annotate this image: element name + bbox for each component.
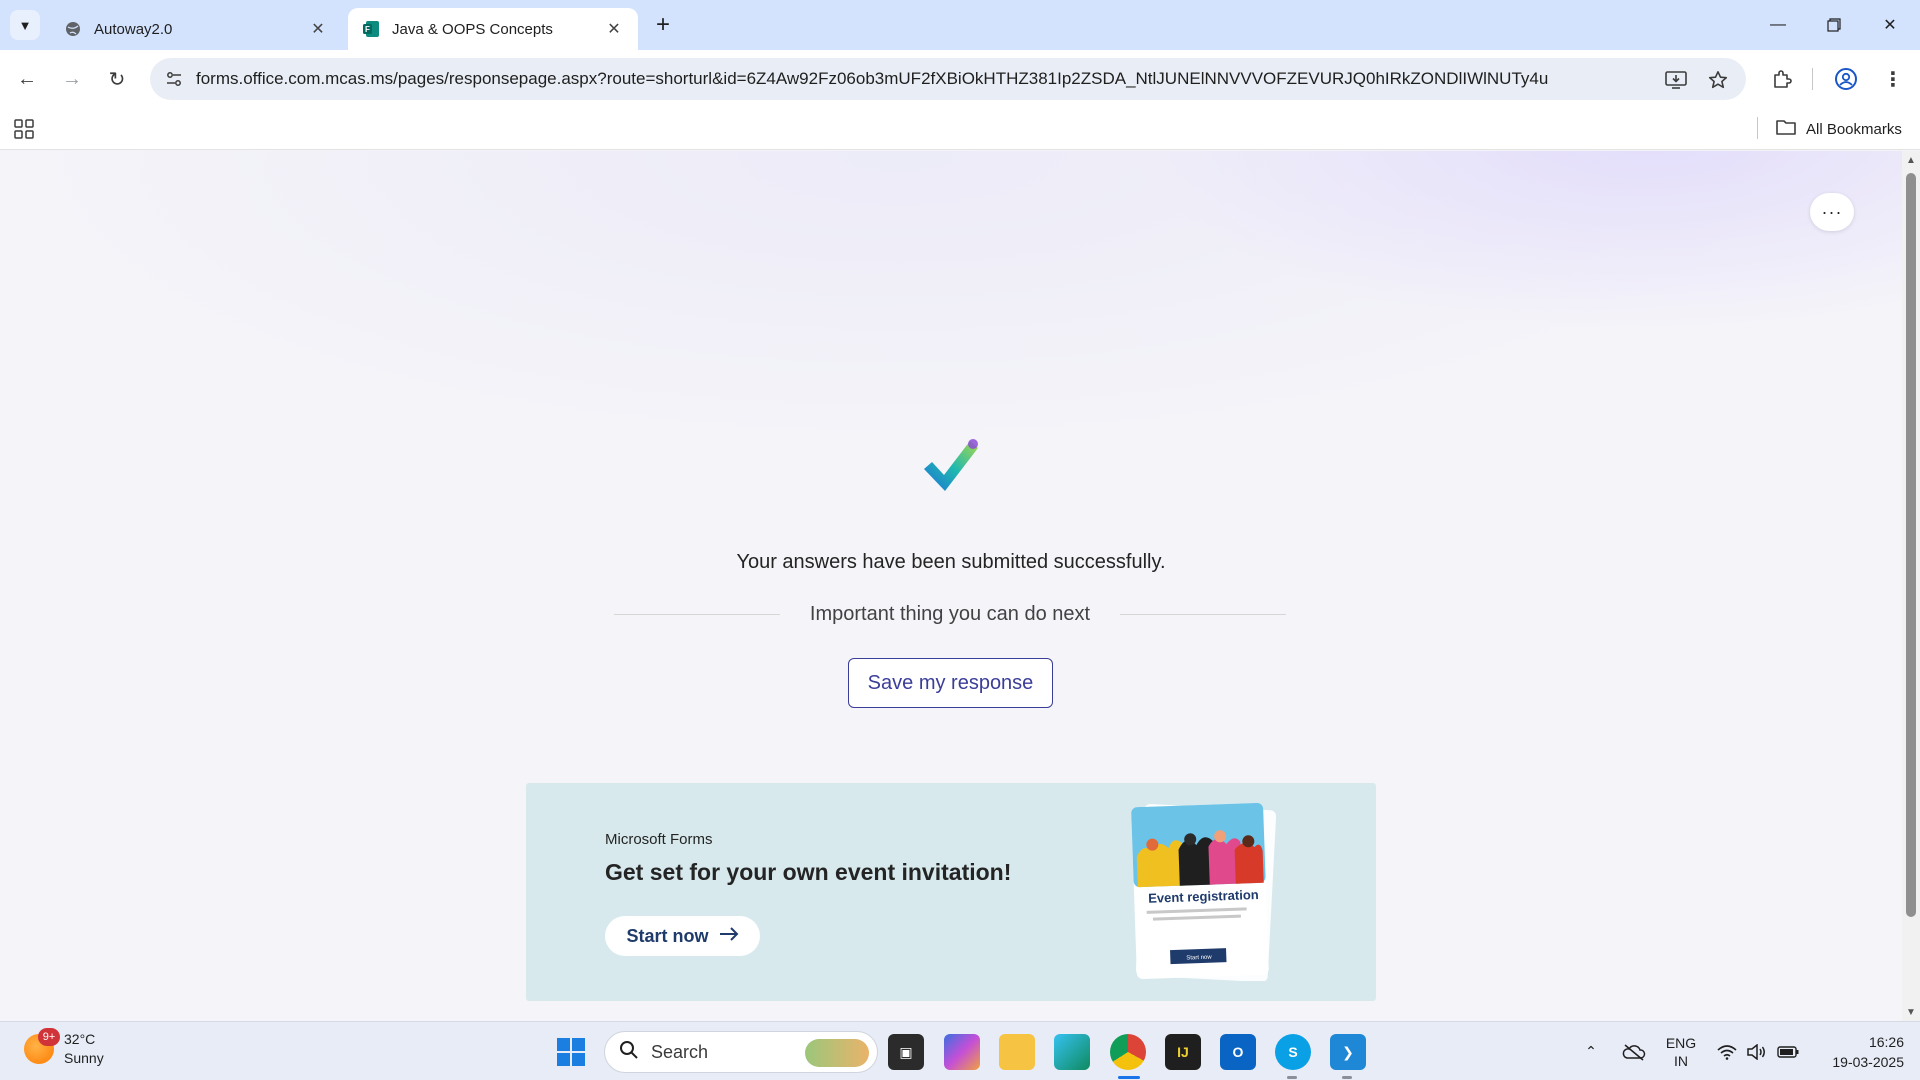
chrome-icon[interactable] — [1110, 1034, 1146, 1070]
apps-grid-icon[interactable] — [14, 119, 34, 139]
url-text[interactable]: forms.office.com.mcas.ms/pages/responsep… — [196, 69, 1746, 89]
weather-text: 32°C Sunny — [64, 1030, 104, 1068]
tab-autoway[interactable]: Autoway2.0 ✕ — [50, 8, 342, 50]
copilot-m365-icon[interactable] — [944, 1034, 980, 1070]
vscode-running-indicator — [1342, 1076, 1352, 1079]
battery-icon[interactable] — [1774, 1022, 1802, 1080]
forward-icon[interactable]: → — [56, 63, 88, 95]
close-tab-icon[interactable]: ✕ — [308, 19, 328, 39]
windows-taskbar: 9+ 32°C Sunny Search ▣ IJ O S ❯ ⌃ ENG IN — [0, 1021, 1920, 1080]
vscode-icon[interactable]: ❯ — [1330, 1034, 1366, 1070]
search-label: Search — [651, 1041, 709, 1062]
folder-icon — [1776, 119, 1796, 139]
scroll-up-icon[interactable]: ▲ — [1906, 155, 1916, 167]
browser-menu-icon[interactable]: ⋮ — [1877, 63, 1909, 95]
promo-brand: Microsoft Forms — [605, 831, 713, 848]
language-line-2: IN — [1674, 1052, 1688, 1069]
next-steps-label: Important thing you can do next — [809, 602, 1091, 625]
onedrive-offline-icon[interactable] — [1618, 1022, 1650, 1080]
all-bookmarks-label: All Bookmarks — [1806, 120, 1902, 138]
weather-condition: Sunny — [64, 1050, 104, 1066]
address-bar[interactable]: forms.office.com.mcas.ms/pages/responsep… — [150, 58, 1746, 100]
clock-date: 19-03-2025 — [1832, 1054, 1904, 1070]
globe-icon — [64, 20, 82, 38]
svg-text:F: F — [365, 25, 370, 34]
toolbar-separator — [1812, 68, 1813, 90]
divider-line — [614, 613, 780, 615]
close-window-icon[interactable]: ✕ — [1862, 0, 1918, 50]
all-bookmarks-button[interactable]: All Bookmarks — [1776, 117, 1902, 141]
scrollbar-thumb[interactable] — [1906, 173, 1916, 917]
new-tab-button[interactable]: + — [648, 10, 678, 40]
scroll-down-icon[interactable]: ▼ — [1906, 1007, 1916, 1019]
back-icon[interactable]: ← — [11, 63, 43, 95]
success-checkmark-icon — [918, 433, 982, 497]
taskbar-search[interactable]: Search — [604, 1031, 878, 1073]
restore-icon[interactable] — [1806, 0, 1862, 50]
event-registration-illustration: Event registration Start now — [1130, 802, 1277, 983]
edge-icon[interactable] — [1054, 1034, 1090, 1070]
chevron-down-icon: ▼ — [18, 17, 32, 33]
chrome-active-indicator — [1118, 1076, 1140, 1079]
chevron-up-icon[interactable]: ⌃ — [1576, 1022, 1606, 1080]
site-info-icon[interactable] — [154, 58, 194, 100]
promo-title: Get set for your own event invitation! — [605, 859, 1012, 885]
tab-strip: ▼ Autoway2.0 ✕ F Java & OOPS Concepts ✕ … — [0, 0, 1920, 50]
clock-time: 16:26 — [1868, 1034, 1904, 1050]
tab-title: Autoway2.0 — [94, 20, 173, 38]
tab-search-button[interactable]: ▼ — [10, 10, 40, 40]
task-view-icon[interactable]: ▣ — [888, 1034, 924, 1070]
weather-widget[interactable]: 9+ 32°C Sunny — [24, 1028, 104, 1068]
windows-start-icon[interactable] — [556, 1037, 586, 1067]
outlook-icon[interactable]: O — [1220, 1034, 1256, 1070]
start-now-label: Start now — [626, 925, 709, 946]
next-steps-divider: Important thing you can do next — [614, 599, 1286, 629]
tab-title: Java & OOPS Concepts — [392, 20, 553, 38]
extensions-icon[interactable] — [1766, 63, 1798, 95]
bookmark-star-icon[interactable] — [1704, 66, 1732, 94]
skype-icon[interactable]: S — [1275, 1034, 1311, 1070]
weather-temp: 32°C — [64, 1031, 96, 1047]
close-tab-icon[interactable]: ✕ — [604, 19, 624, 39]
minimize-icon[interactable]: — — [1750, 0, 1806, 50]
notification-badge: 9+ — [38, 1028, 60, 1046]
language-line-1: ENG — [1665, 1034, 1697, 1051]
forms-icon: F — [362, 20, 380, 38]
system-clock[interactable]: 16:26 19-03-2025 — [1808, 1032, 1904, 1072]
bookmarks-bar: All Bookmarks — [0, 108, 1920, 150]
search-highlight-icon — [805, 1039, 869, 1067]
card-button-label: Start now — [1186, 955, 1212, 962]
file-explorer-icon[interactable] — [999, 1034, 1035, 1070]
bookmarks-separator — [1757, 117, 1758, 139]
divider-line — [1120, 613, 1286, 615]
browser-toolbar: ← → ↻ forms.office.com.mcas.ms/pages/res… — [0, 50, 1920, 108]
promo-banner: Microsoft Forms Get set for your own eve… — [526, 783, 1376, 1001]
reload-icon[interactable]: ↻ — [101, 63, 133, 95]
profile-icon[interactable] — [1830, 63, 1862, 95]
save-response-button[interactable]: Save my response — [848, 658, 1053, 708]
volume-icon[interactable] — [1744, 1022, 1770, 1080]
language-indicator[interactable]: ENG IN — [1656, 1022, 1706, 1080]
page-scrollbar[interactable]: ▲ ▼ — [1902, 151, 1920, 1021]
skype-running-indicator — [1287, 1076, 1297, 1079]
success-message: Your answers have been submitted success… — [736, 551, 1166, 573]
search-icon — [619, 1040, 639, 1065]
forms-response-page: ··· Your answers have been submitted suc… — [0, 151, 1902, 1021]
start-now-button[interactable]: Start now — [605, 916, 760, 956]
intellij-icon[interactable]: IJ — [1165, 1034, 1201, 1070]
install-app-icon[interactable] — [1662, 66, 1690, 94]
arrow-right-icon — [719, 926, 739, 947]
wifi-icon[interactable] — [1714, 1022, 1740, 1080]
tab-java-oops[interactable]: F Java & OOPS Concepts ✕ — [348, 8, 638, 50]
sun-icon: 9+ — [24, 1028, 60, 1064]
more-options-button[interactable]: ··· — [1810, 193, 1854, 231]
